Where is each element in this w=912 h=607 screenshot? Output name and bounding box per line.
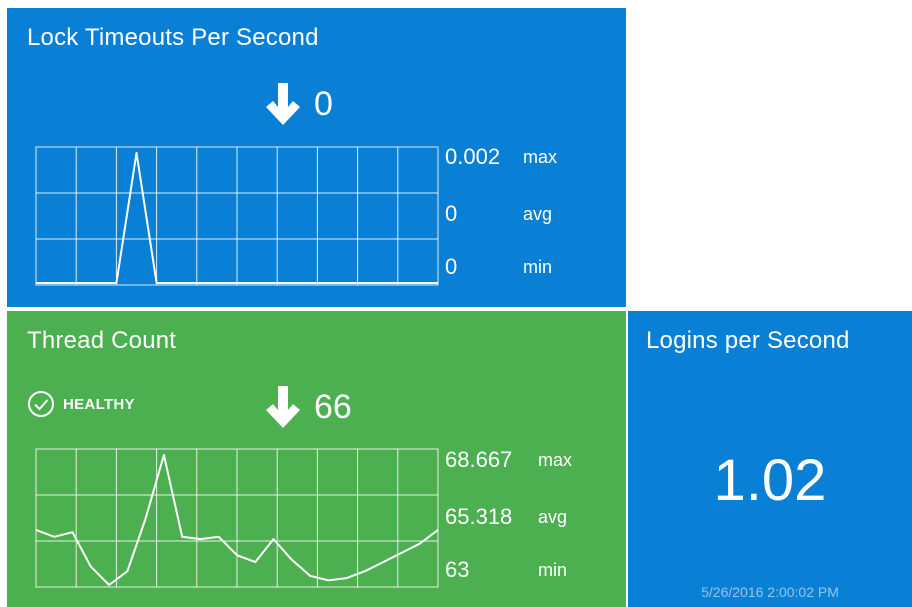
status-badge: HEALTHY: [27, 390, 135, 418]
min-value: 0: [445, 254, 458, 279]
max-value: 68.667: [445, 447, 513, 472]
lock-timeouts-chart: [35, 146, 439, 286]
avg-value: 0: [445, 201, 458, 226]
min-label: min: [538, 560, 568, 580]
lock-timeouts-tile[interactable]: Lock Timeouts Per Second 0 0.002 max 0 a…: [7, 8, 626, 307]
trend-indicator: 66: [264, 384, 352, 430]
arrow-down-icon: [266, 386, 300, 428]
current-value: 66: [314, 388, 352, 426]
timestamp: 5/26/2016 2:00:02 PM: [701, 584, 839, 600]
max-value: 0.002: [445, 144, 501, 169]
min-value: 63: [445, 557, 470, 582]
tile-title: Thread Count: [27, 327, 177, 354]
thread-count-chart: [35, 448, 439, 588]
avg-value: 65.318: [445, 504, 513, 529]
min-label: min: [523, 257, 553, 277]
trend-indicator: 0: [264, 81, 333, 127]
tile-title: Lock Timeouts Per Second: [27, 24, 319, 51]
max-label: max: [538, 450, 573, 470]
max-label: max: [523, 147, 558, 167]
avg-label: avg: [538, 507, 568, 527]
status-text: HEALTHY: [63, 395, 135, 413]
logins-value: 1.02: [713, 448, 827, 513]
arrow-down-icon: [266, 83, 300, 125]
check-circle-icon: [28, 391, 54, 417]
tile-title: Logins per Second: [646, 327, 850, 354]
avg-label: avg: [523, 204, 553, 224]
current-value: 0: [314, 85, 333, 123]
logins-per-second-tile[interactable]: Logins per Second 1.02 5/26/2016 2:00:02…: [628, 311, 912, 607]
thread-count-tile[interactable]: Thread Count HEALTHY 66 68.667 max 65.31…: [7, 311, 626, 607]
